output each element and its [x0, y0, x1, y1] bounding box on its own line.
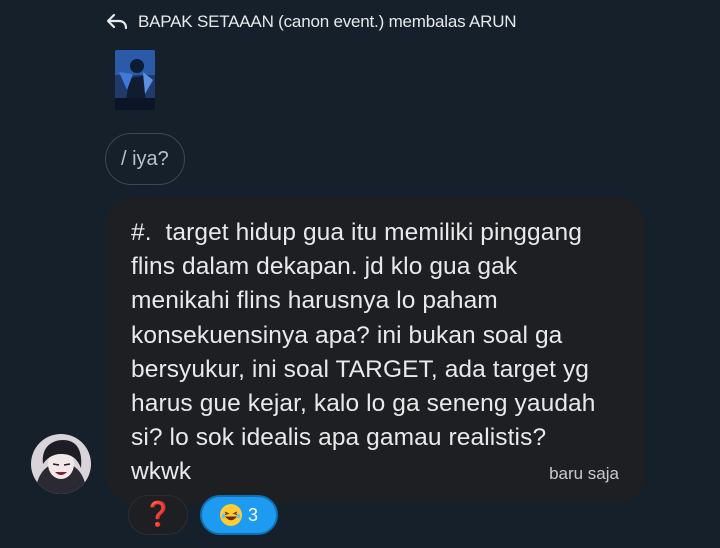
question-mark-icon: ❓	[143, 501, 173, 528]
reply-arrow-icon	[106, 13, 128, 30]
reply-header[interactable]: BAPAK SETAAAN (canon event.) membalas AR…	[106, 12, 517, 32]
message-timestamp: baru saja	[549, 464, 619, 483]
replied-image-thumbnail[interactable]	[115, 50, 155, 110]
reply-header-text: BAPAK SETAAAN (canon event.) membalas AR…	[138, 12, 517, 31]
reaction-laugh[interactable]: 3	[200, 495, 278, 535]
message-bubble[interactable]: #. target hidup gua itu memiliki pinggan…	[105, 198, 645, 504]
reaction-count: 3	[247, 504, 258, 525]
reactions-bar: ❓ 3	[128, 495, 278, 535]
quoted-message-text: / iya?	[121, 147, 169, 170]
laughing-emoji-icon	[219, 504, 242, 526]
avatar[interactable]	[31, 434, 91, 494]
quoted-message-bubble[interactable]: / iya?	[105, 133, 185, 185]
message-text: #. target hidup gua itu memiliki pinggan…	[131, 219, 596, 486]
reaction-question[interactable]: ❓	[128, 495, 188, 535]
